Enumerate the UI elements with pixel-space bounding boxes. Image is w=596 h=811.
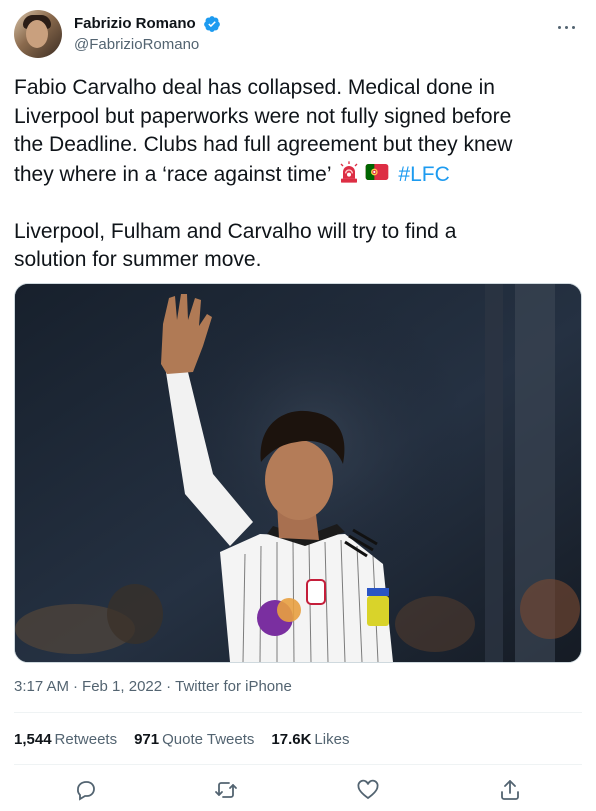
tweet-line: solution for summer move. — [14, 248, 262, 271]
tweet-header: Fabrizio Romano @FabrizioRomano — [14, 10, 582, 60]
author-names: Fabrizio Romano @FabrizioRomano — [74, 14, 221, 55]
rotating-light-icon — [340, 160, 358, 183]
tweet-line: the Deadline. Clubs had full agreement b… — [14, 133, 513, 156]
retweets-count: 1,544 — [14, 731, 52, 748]
like-icon[interactable] — [356, 778, 380, 802]
hashtag-link[interactable]: #LFC — [398, 163, 449, 186]
display-name[interactable]: Fabrizio Romano — [74, 14, 196, 34]
meta-separator: · — [73, 678, 79, 695]
tweet-source[interactable]: Twitter for iPhone — [175, 678, 292, 695]
tweet-text: Fabio Carvalho deal has collapsed. Medic… — [14, 74, 584, 275]
retweet-icon[interactable] — [214, 778, 238, 802]
portugal-flag-icon — [365, 163, 388, 180]
quote-tweets-count: 971 — [134, 731, 160, 748]
share-icon[interactable] — [498, 778, 522, 802]
divider — [14, 712, 582, 713]
quote-tweets-label: Quote Tweets — [162, 731, 255, 748]
likes-count: 17.6K — [271, 731, 312, 748]
quote-tweets-stat[interactable]: 971 Quote Tweets — [134, 730, 254, 750]
likes-label: Likes — [314, 731, 350, 748]
tweet-actions — [14, 772, 582, 806]
meta-separator: · — [166, 678, 172, 695]
tweet-photo[interactable] — [14, 283, 582, 663]
more-options-icon[interactable] — [556, 16, 578, 38]
avatar[interactable] — [14, 10, 62, 58]
verified-badge-icon — [204, 16, 220, 32]
engagement-stats: 1,544 Retweets 971 Quote Tweets 17.6K Likes — [14, 730, 366, 750]
tweet-meta: 3:17 AM · Feb 1, 2022 · Twitter for iPhone — [14, 677, 292, 697]
retweets-label: Retweets — [54, 731, 118, 748]
tweet-line-with-emoji: they where in a ‘race against time’ #LFC — [14, 160, 584, 190]
tweet-line: Liverpool, Fulham and Carvalho will try … — [14, 219, 457, 243]
tweet-line-text: they where in a ‘race against time’ — [14, 162, 331, 186]
player-waving-photo — [15, 284, 581, 662]
tweet-line: Fabio Carvalho deal has collapsed. Medic… — [14, 76, 495, 99]
tweet-time[interactable]: 3:17 AM — [14, 678, 69, 695]
author-handle[interactable]: @FabrizioRomano — [74, 35, 221, 55]
tweet-line: Liverpool but paperworks were not fully … — [14, 104, 512, 128]
divider — [14, 764, 582, 765]
retweets-stat[interactable]: 1,544 Retweets — [14, 730, 117, 750]
tweet-date[interactable]: Feb 1, 2022 — [82, 678, 162, 695]
likes-stat[interactable]: 17.6K Likes — [271, 730, 349, 750]
reply-icon[interactable] — [74, 778, 98, 802]
